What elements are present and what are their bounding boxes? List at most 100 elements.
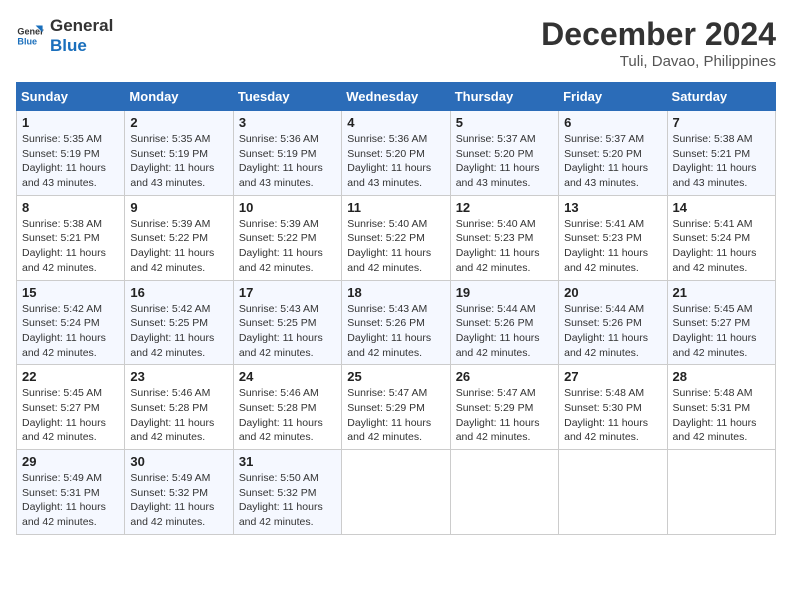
day-number: 24 (239, 369, 336, 384)
day-info: Sunrise: 5:50 AMSunset: 5:32 PMDaylight:… (239, 471, 336, 530)
day-number: 16 (130, 285, 227, 300)
day-info: Sunrise: 5:37 AMSunset: 5:20 PMDaylight:… (564, 132, 661, 191)
calendar-cell: 21 Sunrise: 5:45 AMSunset: 5:27 PMDayligh… (667, 280, 775, 365)
day-info: Sunrise: 5:41 AMSunset: 5:23 PMDaylight:… (564, 217, 661, 276)
day-info: Sunrise: 5:38 AMSunset: 5:21 PMDaylight:… (22, 217, 119, 276)
day-number: 21 (673, 285, 770, 300)
day-info: Sunrise: 5:45 AMSunset: 5:27 PMDaylight:… (673, 302, 770, 361)
page-header: General Blue General Blue December 2024 … (16, 16, 776, 70)
day-info: Sunrise: 5:44 AMSunset: 5:26 PMDaylight:… (456, 302, 553, 361)
weekday-header: Tuesday (233, 83, 341, 111)
day-number: 20 (564, 285, 661, 300)
logo-text: General Blue (50, 16, 113, 57)
day-number: 3 (239, 115, 336, 130)
day-number: 9 (130, 200, 227, 215)
day-info: Sunrise: 5:42 AMSunset: 5:25 PMDaylight:… (130, 302, 227, 361)
calendar-cell: 15Sunrise: 5:42 AMSunset: 5:24 PMDayligh… (17, 280, 125, 365)
day-info: Sunrise: 5:43 AMSunset: 5:26 PMDaylight:… (347, 302, 444, 361)
day-number: 17 (239, 285, 336, 300)
weekday-header: Monday (125, 83, 233, 111)
day-info: Sunrise: 5:38 AMSunset: 5:21 PMDaylight:… (673, 132, 770, 191)
day-number: 4 (347, 115, 444, 130)
svg-text:Blue: Blue (17, 37, 37, 47)
day-info: Sunrise: 5:35 AMSunset: 5:19 PMDaylight:… (130, 132, 227, 191)
day-info: Sunrise: 5:47 AMSunset: 5:29 PMDaylight:… (347, 386, 444, 445)
day-number: 23 (130, 369, 227, 384)
day-info: Sunrise: 5:39 AMSunset: 5:22 PMDaylight:… (130, 217, 227, 276)
calendar-cell: 20 Sunrise: 5:44 AMSunset: 5:26 PMDayligh… (559, 280, 667, 365)
day-number: 27 (564, 369, 661, 384)
calendar-cell: 28 Sunrise: 5:48 AMSunset: 5:31 PMDayligh… (667, 365, 775, 450)
day-info: Sunrise: 5:49 AMSunset: 5:31 PMDaylight:… (22, 471, 119, 530)
calendar-cell: 27 Sunrise: 5:48 AMSunset: 5:30 PMDayligh… (559, 365, 667, 450)
calendar-cell: 10 Sunrise: 5:39 AMSunset: 5:22 PMDayligh… (233, 195, 341, 280)
calendar-cell: 14Sunrise: 5:41 AMSunset: 5:24 PMDayligh… (667, 195, 775, 280)
calendar-week-row: 1 Sunrise: 5:35 AMSunset: 5:19 PMDaylight… (17, 111, 776, 196)
calendar-cell: 13 Sunrise: 5:41 AMSunset: 5:23 PMDayligh… (559, 195, 667, 280)
calendar-cell: 8 Sunrise: 5:38 AMSunset: 5:21 PMDaylight… (17, 195, 125, 280)
calendar-cell: 25 Sunrise: 5:47 AMSunset: 5:29 PMDayligh… (342, 365, 450, 450)
day-number: 29 (22, 454, 119, 469)
calendar-cell: 2 Sunrise: 5:35 AMSunset: 5:19 PMDaylight… (125, 111, 233, 196)
calendar-cell: 22Sunrise: 5:45 AMSunset: 5:27 PMDayligh… (17, 365, 125, 450)
day-number: 11 (347, 200, 444, 215)
calendar-cell (342, 450, 450, 535)
weekday-header: Wednesday (342, 83, 450, 111)
calendar-cell: 12Sunrise: 5:40 AMSunset: 5:23 PMDayligh… (450, 195, 558, 280)
page-title: December 2024 (541, 16, 776, 53)
calendar-cell: 9 Sunrise: 5:39 AMSunset: 5:22 PMDaylight… (125, 195, 233, 280)
calendar-cell: 24Sunrise: 5:46 AMSunset: 5:28 PMDayligh… (233, 365, 341, 450)
day-number: 10 (239, 200, 336, 215)
calendar-cell: 29 Sunrise: 5:49 AMSunset: 5:31 PMDayligh… (17, 450, 125, 535)
day-info: Sunrise: 5:39 AMSunset: 5:22 PMDaylight:… (239, 217, 336, 276)
calendar-cell (559, 450, 667, 535)
logo-icon: General Blue (16, 22, 44, 50)
day-info: Sunrise: 5:40 AMSunset: 5:22 PMDaylight:… (347, 217, 444, 276)
day-number: 15 (22, 285, 119, 300)
weekday-header: Friday (559, 83, 667, 111)
day-number: 5 (456, 115, 553, 130)
calendar-cell: 4 Sunrise: 5:36 AMSunset: 5:20 PMDaylight… (342, 111, 450, 196)
page-subtitle: Tuli, Davao, Philippines (541, 53, 776, 70)
weekday-header: Saturday (667, 83, 775, 111)
calendar-cell: 17 Sunrise: 5:43 AMSunset: 5:25 PMDayligh… (233, 280, 341, 365)
day-number: 25 (347, 369, 444, 384)
calendar-cell: 7Sunrise: 5:38 AMSunset: 5:21 PMDaylight… (667, 111, 775, 196)
calendar-cell (667, 450, 775, 535)
day-number: 30 (130, 454, 227, 469)
day-number: 13 (564, 200, 661, 215)
day-info: Sunrise: 5:48 AMSunset: 5:30 PMDaylight:… (564, 386, 661, 445)
calendar-cell: 1Sunrise: 5:35 AMSunset: 5:19 PMDaylight… (17, 111, 125, 196)
calendar-cell: 16 Sunrise: 5:42 AMSunset: 5:25 PMDayligh… (125, 280, 233, 365)
day-number: 1 (22, 115, 119, 130)
weekday-header: Thursday (450, 83, 558, 111)
calendar-cell: 23Sunrise: 5:46 AMSunset: 5:28 PMDayligh… (125, 365, 233, 450)
day-number: 19 (456, 285, 553, 300)
calendar-week-row: 15Sunrise: 5:42 AMSunset: 5:24 PMDayligh… (17, 280, 776, 365)
day-number: 18 (347, 285, 444, 300)
calendar-table: SundayMondayTuesdayWednesdayThursdayFrid… (16, 82, 776, 535)
day-info: Sunrise: 5:36 AMSunset: 5:20 PMDaylight:… (347, 132, 444, 191)
title-block: December 2024 Tuli, Davao, Philippines (541, 16, 776, 70)
weekday-header: Sunday (17, 83, 125, 111)
calendar-cell: 3 Sunrise: 5:36 AMSunset: 5:19 PMDaylight… (233, 111, 341, 196)
calendar-cell: 26Sunrise: 5:47 AMSunset: 5:29 PMDayligh… (450, 365, 558, 450)
day-info: Sunrise: 5:44 AMSunset: 5:26 PMDaylight:… (564, 302, 661, 361)
calendar-cell: 30Sunrise: 5:49 AMSunset: 5:32 PMDayligh… (125, 450, 233, 535)
day-number: 8 (22, 200, 119, 215)
calendar-week-row: 8 Sunrise: 5:38 AMSunset: 5:21 PMDaylight… (17, 195, 776, 280)
day-number: 26 (456, 369, 553, 384)
day-info: Sunrise: 5:41 AMSunset: 5:24 PMDaylight:… (673, 217, 770, 276)
day-number: 28 (673, 369, 770, 384)
day-number: 2 (130, 115, 227, 130)
weekday-header-row: SundayMondayTuesdayWednesdayThursdayFrid… (17, 83, 776, 111)
day-info: Sunrise: 5:40 AMSunset: 5:23 PMDaylight:… (456, 217, 553, 276)
day-info: Sunrise: 5:43 AMSunset: 5:25 PMDaylight:… (239, 302, 336, 361)
calendar-week-row: 29 Sunrise: 5:49 AMSunset: 5:31 PMDayligh… (17, 450, 776, 535)
day-number: 31 (239, 454, 336, 469)
day-info: Sunrise: 5:48 AMSunset: 5:31 PMDaylight:… (673, 386, 770, 445)
calendar-cell: 31 Sunrise: 5:50 AMSunset: 5:32 PMDayligh… (233, 450, 341, 535)
calendar-cell: 6Sunrise: 5:37 AMSunset: 5:20 PMDaylight… (559, 111, 667, 196)
calendar-cell: 11 Sunrise: 5:40 AMSunset: 5:22 PMDayligh… (342, 195, 450, 280)
day-info: Sunrise: 5:36 AMSunset: 5:19 PMDaylight:… (239, 132, 336, 191)
